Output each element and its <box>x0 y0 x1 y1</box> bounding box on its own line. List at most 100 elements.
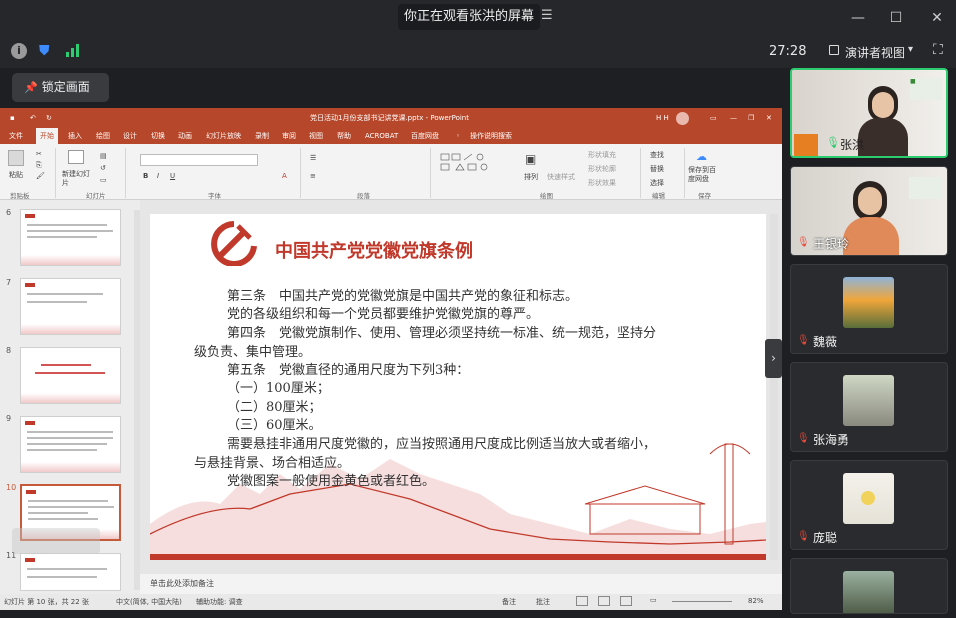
tab-slideshow[interactable]: 幻灯片放映 <box>206 128 241 144</box>
section-icon[interactable]: ▭ <box>100 176 107 184</box>
thumb-number: 8 <box>6 346 12 355</box>
accessibility-status[interactable]: 辅助功能: 调查 <box>196 597 243 607</box>
shape-fill-button[interactable]: 形状填充 <box>588 150 616 160</box>
notes-pane[interactable]: 单击此处添加备注 <box>140 574 782 594</box>
thumb-number: 9 <box>6 414 12 423</box>
copy-icon[interactable]: ⎘ <box>36 161 42 170</box>
participant-tile[interactable]: 🎙 庞聪 <box>790 460 948 550</box>
fullscreen-icon[interactable]: ⛶ <box>933 42 943 58</box>
language-status[interactable]: 中文(简体, 中国大陆) <box>116 597 182 607</box>
slide-text-line: （三）60厘米。 <box>227 418 322 433</box>
shape-outline-button[interactable]: 形状轮廓 <box>588 164 616 174</box>
slide-thumbnail[interactable] <box>20 278 121 335</box>
shape-effect-button[interactable]: 形状效果 <box>588 178 616 188</box>
font-name-select[interactable] <box>140 154 258 166</box>
menu-icon[interactable]: ☰ <box>541 8 553 23</box>
participant-tile[interactable]: ■ 🎙 张洪 <box>790 68 948 158</box>
ribbon-display-icon[interactable]: ▭ <box>710 108 717 128</box>
group-drawing: 绘图 <box>540 192 553 200</box>
arrange-button[interactable]: 排列 <box>524 172 538 182</box>
group-paragraph: 段落 <box>357 192 370 200</box>
restore-icon[interactable]: ❐ <box>748 108 754 128</box>
new-slide-button[interactable]: 新建幻灯片 <box>62 170 92 188</box>
tab-transitions[interactable]: 切换 <box>151 128 165 144</box>
reading-view-icon[interactable] <box>620 596 632 606</box>
select-button[interactable]: 选择 <box>650 178 664 188</box>
slide-text-line: 党徽图案一般使用金黄色或者红色。 <box>227 474 436 489</box>
slideshow-icon[interactable]: ▭ <box>650 596 657 604</box>
layout-icon[interactable]: ▤ <box>100 152 107 160</box>
bold-icon[interactable]: B <box>143 172 148 180</box>
italic-icon[interactable]: I <box>157 172 159 180</box>
collapse-panel-button[interactable]: › <box>765 339 782 378</box>
replace-button[interactable]: 替换 <box>650 164 664 174</box>
notes-button[interactable]: 备注 <box>502 597 516 607</box>
tab-record[interactable]: 录制 <box>255 128 269 144</box>
tab-review[interactable]: 审阅 <box>282 128 296 144</box>
lock-screen-button[interactable]: 📌 锁定画面 <box>12 73 109 102</box>
sorter-view-icon[interactable] <box>598 596 610 606</box>
quick-style-button[interactable]: 快速样式 <box>547 172 575 182</box>
normal-view-icon[interactable] <box>576 596 588 606</box>
paste-icon[interactable] <box>8 150 24 166</box>
participant-tile[interactable] <box>790 558 948 614</box>
arrange-icon[interactable]: ▣ <box>525 152 536 166</box>
paste-button[interactable]: 粘贴 <box>9 170 23 180</box>
tab-home[interactable]: 开始 <box>36 128 58 144</box>
tab-help[interactable]: 帮助 <box>337 128 351 144</box>
maximize-button[interactable]: ☐ <box>884 6 908 30</box>
participant-avatar <box>843 375 894 426</box>
new-slide-icon[interactable] <box>68 150 84 164</box>
tab-design[interactable]: 设计 <box>123 128 137 144</box>
shield-icon[interactable]: ⛊ <box>39 43 50 59</box>
tab-view[interactable]: 视图 <box>309 128 323 144</box>
presenter-view-button[interactable]: 演讲者视图 <box>845 44 905 61</box>
close-button[interactable]: ✕ <box>925 6 949 30</box>
slide-scrollbar[interactable] <box>770 214 778 560</box>
tab-draw[interactable]: 绘图 <box>96 128 110 144</box>
close-icon[interactable]: ✕ <box>766 108 772 128</box>
tab-baidu[interactable]: 百度网盘 <box>411 128 439 144</box>
cloud-icon[interactable]: ☁ <box>696 150 707 163</box>
participant-tile[interactable]: 🎙 张海勇 <box>790 362 948 452</box>
slide-thumbnail[interactable] <box>20 416 121 473</box>
cut-icon[interactable]: ✂ <box>36 150 42 158</box>
participant-tile[interactable]: 🎙 王银玲 <box>790 166 948 256</box>
tab-search[interactable]: 操作说明搜索 <box>470 128 512 144</box>
find-button[interactable]: 查找 <box>650 150 664 160</box>
bullets-icon[interactable]: ☰ <box>310 154 316 162</box>
tab-file[interactable]: 文件 <box>9 128 23 144</box>
font-color-icon[interactable]: A <box>282 172 287 180</box>
zoom-slider[interactable] <box>672 601 732 602</box>
redo-icon[interactable]: ↻ <box>46 108 52 128</box>
participant-avatar <box>843 571 894 613</box>
minimize-icon[interactable]: — <box>730 108 737 128</box>
format-painter-icon[interactable]: 🖌 <box>36 172 45 180</box>
underline-icon[interactable]: U <box>170 172 175 180</box>
save-baidu-button[interactable]: 保存到百度网盘 <box>688 166 720 184</box>
save-icon[interactable]: ▪ <box>10 108 15 128</box>
ppt-titlebar: ▪ ↶ ↻ 党日活动1月份支部书记讲党课.pptx - PowerPoint H… <box>0 108 782 128</box>
tab-animations[interactable]: 动画 <box>178 128 192 144</box>
slide-thumbnail[interactable] <box>20 347 121 404</box>
minimize-button[interactable]: — <box>846 6 870 30</box>
align-icon[interactable]: ≡ <box>310 172 316 180</box>
comments-button[interactable]: 批注 <box>536 597 550 607</box>
avatar[interactable] <box>676 112 689 125</box>
floating-control[interactable] <box>12 528 100 554</box>
tab-insert[interactable]: 插入 <box>68 128 82 144</box>
thumb-number: 7 <box>6 278 12 287</box>
chevron-down-icon[interactable]: ▾ <box>908 44 913 55</box>
participant-tile[interactable]: 🎙 魏薇 <box>790 264 948 354</box>
signal-icon[interactable] <box>66 44 80 61</box>
tab-acrobat[interactable]: ACROBAT <box>365 128 398 144</box>
slide-thumbnail[interactable] <box>20 553 121 591</box>
reset-icon[interactable]: ↺ <box>100 164 106 172</box>
shapes-gallery[interactable] <box>440 152 520 182</box>
slide-count: 幻灯片 第 10 张，共 22 张 <box>4 598 89 606</box>
undo-icon[interactable]: ↶ <box>30 108 36 128</box>
info-icon[interactable]: i <box>11 43 27 59</box>
zoom-level[interactable]: 82% <box>748 597 764 605</box>
presenter-view-icon[interactable] <box>829 45 839 55</box>
slide-thumbnail[interactable] <box>20 209 121 266</box>
